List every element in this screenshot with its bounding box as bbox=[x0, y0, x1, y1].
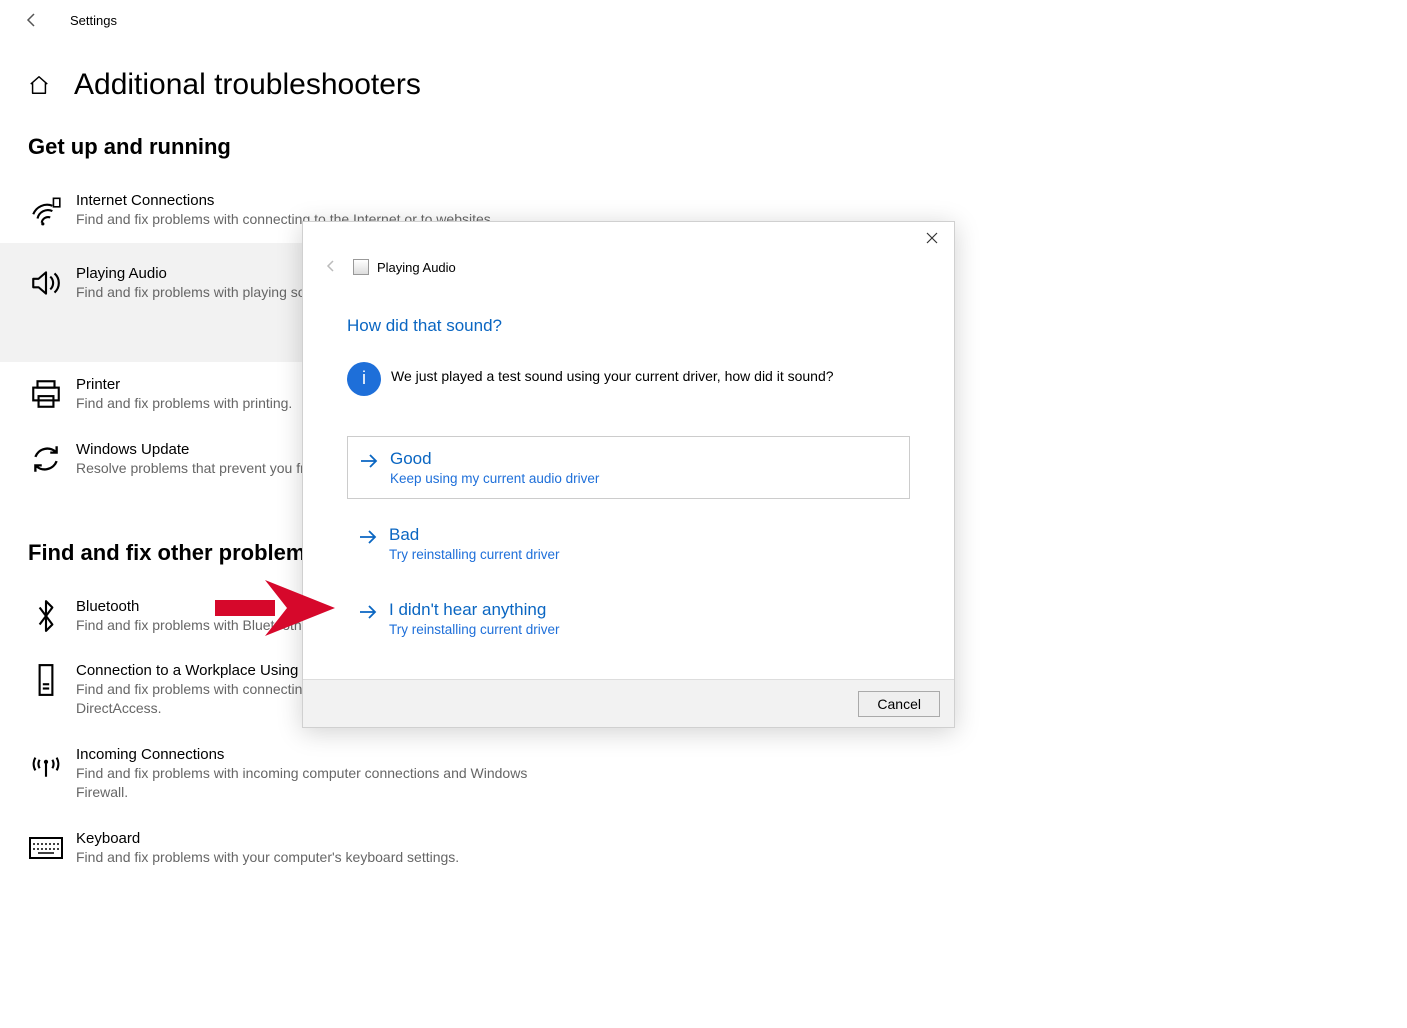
dialog-question: How did that sound? bbox=[347, 316, 910, 336]
close-button[interactable] bbox=[910, 222, 954, 254]
ts-title: Internet Connections bbox=[76, 192, 590, 209]
option-title: Bad bbox=[389, 525, 560, 545]
ts-title: Keyboard bbox=[76, 830, 590, 847]
dialog-header-row: Playing Audio bbox=[303, 254, 954, 286]
refresh-icon bbox=[28, 441, 64, 477]
home-icon[interactable] bbox=[28, 74, 50, 96]
option-good[interactable]: Good Keep using my current audio driver bbox=[347, 436, 910, 499]
option-title: Good bbox=[390, 449, 599, 469]
info-icon: i bbox=[347, 362, 381, 396]
ts-item-incoming-connections[interactable]: Incoming Connections Find and fix proble… bbox=[0, 732, 590, 816]
ts-desc: Find and fix problems with your computer… bbox=[76, 848, 556, 867]
dialog-info-row: i We just played a test sound using your… bbox=[347, 362, 910, 396]
arrow-right-icon bbox=[360, 453, 378, 469]
app-title: Settings bbox=[70, 13, 117, 28]
dialog-body: How did that sound? i We just played a t… bbox=[303, 286, 954, 679]
arrow-right-icon bbox=[359, 604, 377, 620]
option-subtitle: Try reinstalling current driver bbox=[389, 622, 560, 637]
section-heading-getup: Get up and running bbox=[0, 126, 1407, 178]
dialog-footer: Cancel bbox=[303, 679, 954, 727]
page-title: Additional troubleshooters bbox=[74, 68, 421, 102]
bluetooth-icon bbox=[28, 598, 64, 634]
server-icon bbox=[28, 662, 64, 698]
back-icon[interactable] bbox=[22, 10, 42, 30]
option-bad[interactable]: Bad Try reinstalling current driver bbox=[347, 513, 910, 574]
close-icon bbox=[926, 232, 938, 244]
option-didnt-hear[interactable]: I didn't hear anything Try reinstalling … bbox=[347, 588, 910, 649]
dialog-titlebar bbox=[303, 222, 954, 254]
antenna-icon bbox=[28, 746, 64, 782]
topbar: Settings bbox=[0, 0, 1407, 40]
wifi-icon bbox=[28, 192, 64, 228]
option-title: I didn't hear anything bbox=[389, 600, 560, 620]
printer-icon bbox=[28, 376, 64, 412]
dialog-back-icon[interactable] bbox=[323, 258, 341, 276]
dialog-title: Playing Audio bbox=[377, 260, 456, 275]
dialog-app-icon bbox=[353, 259, 369, 275]
dialog-message: We just played a test sound using your c… bbox=[391, 362, 834, 384]
arrow-right-icon bbox=[359, 529, 377, 545]
speaker-icon bbox=[28, 265, 64, 301]
troubleshooter-dialog: Playing Audio How did that sound? i We j… bbox=[302, 221, 955, 728]
option-subtitle: Keep using my current audio driver bbox=[390, 471, 599, 486]
page-heading: Additional troubleshooters bbox=[0, 40, 1407, 126]
keyboard-icon bbox=[28, 830, 64, 866]
ts-item-keyboard[interactable]: Keyboard Find and fix problems with your… bbox=[0, 816, 590, 881]
ts-title: Incoming Connections bbox=[76, 746, 590, 763]
cancel-button[interactable]: Cancel bbox=[858, 691, 940, 717]
option-subtitle: Try reinstalling current driver bbox=[389, 547, 560, 562]
ts-desc: Find and fix problems with incoming comp… bbox=[76, 764, 556, 802]
